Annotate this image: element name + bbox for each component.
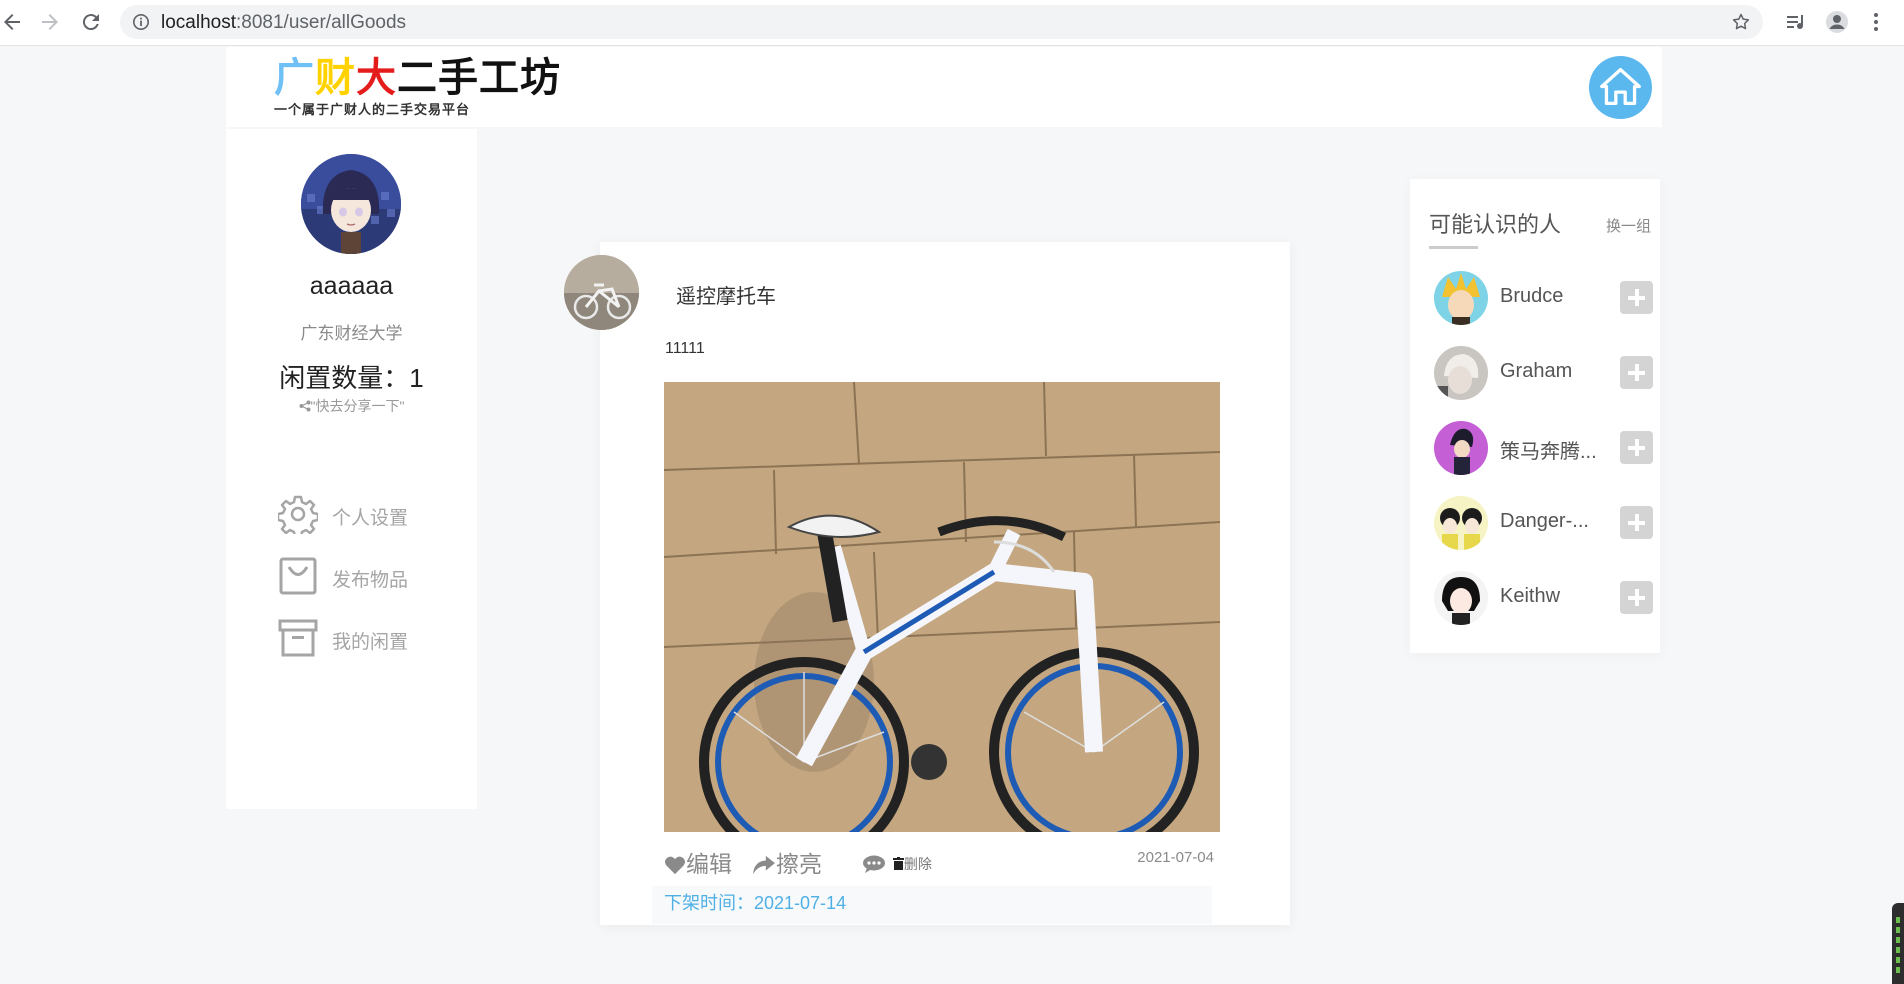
bookmark-star-icon[interactable] <box>1731 12 1751 32</box>
person-name[interactable]: Keithw <box>1500 585 1602 608</box>
profile-icon[interactable] <box>1825 10 1849 34</box>
reload-icon[interactable] <box>79 10 103 34</box>
suggested-person: Danger-... <box>1434 496 1653 552</box>
person-name[interactable]: Graham <box>1500 360 1602 383</box>
logo-char-3: 大 <box>356 56 397 100</box>
menu-label: 发布物品 <box>332 570 409 591</box>
more-menu-icon[interactable] <box>1864 10 1888 34</box>
school-name: 广东财经大学 <box>300 324 403 343</box>
info-icon[interactable] <box>132 13 150 31</box>
share-text: "快去分享一下" <box>310 398 405 414</box>
gear-icon <box>278 495 318 534</box>
delete-button[interactable]: 删除 <box>862 854 932 874</box>
refresh-button[interactable]: 擦亮 <box>752 845 822 879</box>
share-icon <box>299 400 311 412</box>
add-friend-button[interactable] <box>1620 581 1653 614</box>
offshelf-label: 下架时间： <box>664 893 754 913</box>
goods-title[interactable]: 遥控摩托车 <box>676 280 776 309</box>
home-button[interactable] <box>1589 56 1652 119</box>
logo-title: 广财大二手工坊 <box>274 55 561 101</box>
person-name[interactable]: 策马奔腾... <box>1500 435 1602 464</box>
logo-subtitle: 一个属于广财人的二手交易平台 <box>274 102 471 117</box>
url-host: localhost <box>161 12 236 33</box>
idle-count: 闲置数量：1 <box>279 363 424 393</box>
bag-icon <box>279 557 317 595</box>
menu-label: 个人设置 <box>332 508 409 529</box>
url-text[interactable]: localhost:8081/user/allGoods <box>161 12 406 34</box>
logo-char-rest: 二手工坊 <box>397 56 561 100</box>
person-avatar[interactable] <box>1434 346 1488 400</box>
goods-image[interactable] <box>664 382 1220 832</box>
edge-indicator-widget <box>1892 903 1904 984</box>
menu-publish-item[interactable]: 发布物品 <box>278 554 448 598</box>
site-header: 广财大二手工坊 一个属于广财人的二手交易平台 <box>226 47 1662 127</box>
goods-card: 遥控摩托车 11111 编辑 擦亮 删除 2021-07-04 下架时间：202… <box>564 242 1290 925</box>
person-avatar[interactable] <box>1434 496 1488 550</box>
menu-my-idle[interactable]: 我的闲置 <box>278 616 448 660</box>
menu-personal-settings[interactable]: 个人设置 <box>278 492 448 536</box>
trash-icon <box>892 857 904 870</box>
add-friend-button[interactable] <box>1620 431 1653 464</box>
refresh-suggestions-button[interactable]: 换一组 <box>1606 215 1651 236</box>
address-bar[interactable]: localhost:8081/user/allGoods <box>120 5 1763 39</box>
suggested-person: Brudce <box>1434 271 1653 327</box>
offshelf-date: 2021-07-14 <box>754 893 847 913</box>
person-avatar[interactable] <box>1434 421 1488 475</box>
suggestions-title: 可能认识的人 <box>1429 212 1562 237</box>
person-avatar[interactable] <box>1434 271 1488 325</box>
share-arrow-icon <box>753 855 775 875</box>
people-you-may-know: 可能认识的人 换一组 Brudce Graham 策马奔腾... Danger-… <box>1410 179 1660 653</box>
menu-label: 我的闲置 <box>332 632 409 653</box>
heart-icon <box>664 856 686 875</box>
forward-icon[interactable] <box>38 10 62 34</box>
add-friend-button[interactable] <box>1620 356 1653 389</box>
goods-description: 11111 <box>665 340 705 357</box>
edit-label: 编辑 <box>686 851 732 877</box>
home-icon <box>1600 67 1641 106</box>
edit-button[interactable]: 编辑 <box>664 845 732 879</box>
offshelf-time: 下架时间：2021-07-14 <box>652 886 1212 924</box>
person-name[interactable]: Brudce <box>1500 285 1602 308</box>
back-icon[interactable] <box>0 10 24 34</box>
delete-label: 删除 <box>903 856 932 872</box>
site-logo[interactable]: 广财大二手工坊 一个属于广财人的二手交易平台 <box>274 55 561 118</box>
post-date: 2021-07-04 <box>1137 849 1214 866</box>
logo-char-2: 财 <box>315 56 356 100</box>
suggested-person: 策马奔腾... <box>1434 421 1653 477</box>
suggested-person: Graham <box>1434 346 1653 402</box>
profile-panel: aaaaaa 广东财经大学 闲置数量：1 "快去分享一下" 个人设置 发布物品 … <box>226 129 477 809</box>
title-underline <box>1429 246 1478 249</box>
add-friend-button[interactable] <box>1620 506 1653 539</box>
archive-icon <box>278 619 318 657</box>
add-friend-button[interactable] <box>1620 281 1653 314</box>
suggested-person: Keithw <box>1434 571 1653 627</box>
person-name[interactable]: Danger-... <box>1500 510 1602 533</box>
url-path: :8081/user/allGoods <box>236 12 407 33</box>
post-avatar[interactable] <box>564 255 639 330</box>
refresh-label: 擦亮 <box>776 851 822 877</box>
reading-list-icon[interactable] <box>1784 10 1808 34</box>
user-avatar[interactable] <box>301 154 401 254</box>
share-link[interactable]: "快去分享一下" <box>226 396 477 416</box>
person-avatar[interactable] <box>1434 571 1488 625</box>
comment-icon <box>863 855 885 873</box>
username: aaaaaa <box>309 272 394 300</box>
logo-char-1: 广 <box>274 56 315 100</box>
browser-toolbar: localhost:8081/user/allGoods <box>0 0 1904 46</box>
